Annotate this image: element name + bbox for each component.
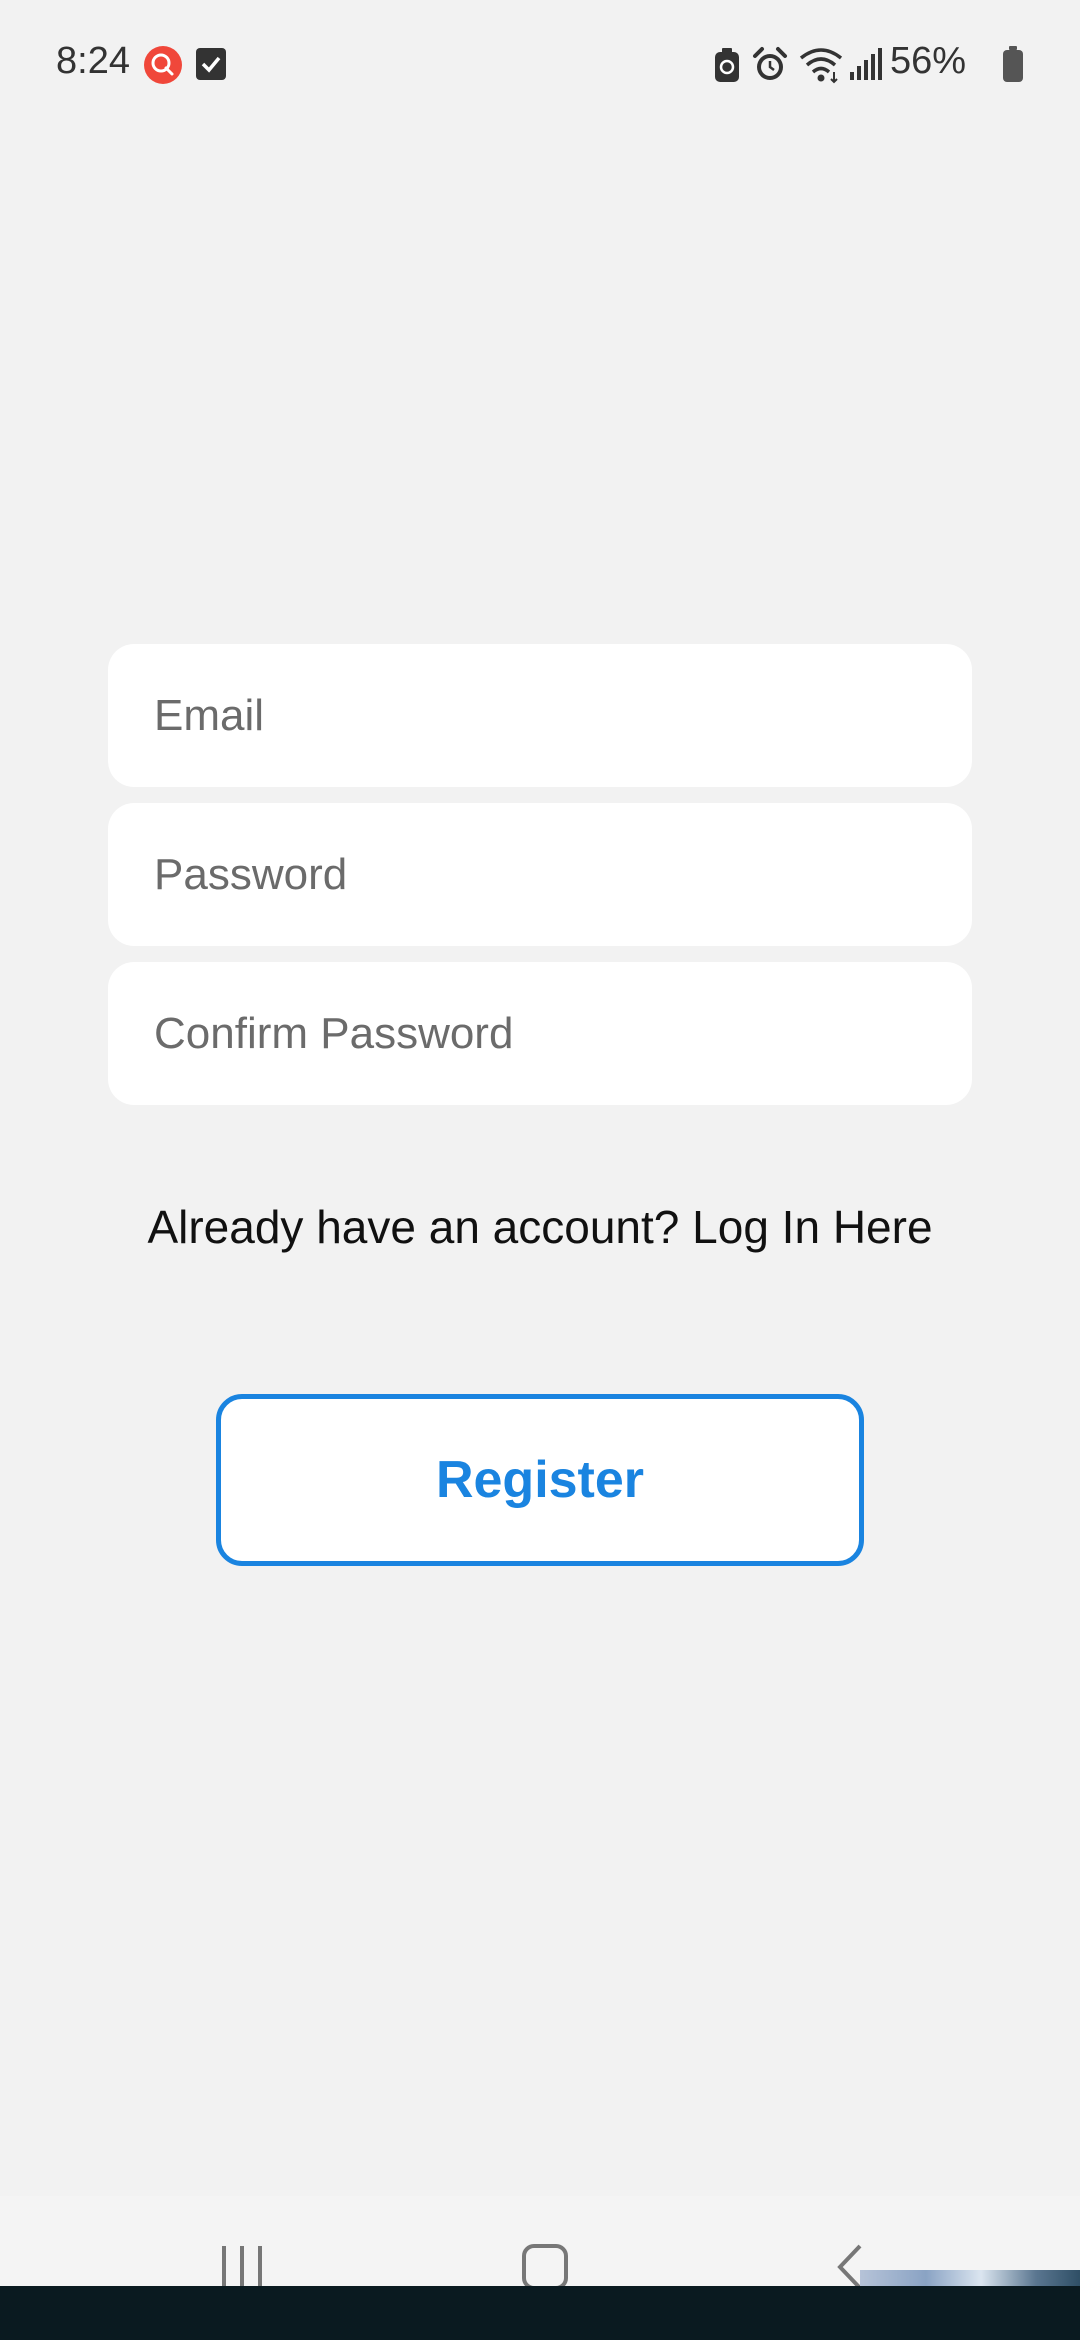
status-time: 8:24	[56, 40, 130, 82]
battery-saver-icon	[712, 48, 742, 89]
search-notification-icon	[144, 46, 182, 84]
recent-apps-icon[interactable]	[218, 2246, 268, 2290]
register-button[interactable]: Register	[216, 1394, 864, 1566]
register-screen: 8:24 56% Email Already have an account? …	[0, 0, 1080, 2340]
email-field[interactable]	[108, 644, 972, 787]
password-field[interactable]	[108, 803, 972, 946]
signal-icon	[848, 46, 882, 87]
status-bar: 8:24 56%	[0, 0, 1080, 130]
alarm-icon	[752, 46, 788, 89]
status-icons-right: 56%	[712, 40, 1032, 94]
wifi-icon	[798, 44, 844, 89]
home-icon[interactable]	[522, 2244, 568, 2290]
bottom-strip	[0, 2286, 1080, 2340]
checkbox-notification-icon	[196, 48, 226, 80]
confirm-password-field[interactable]	[108, 962, 972, 1105]
login-link[interactable]: Already have an account? Log In Here	[0, 1200, 1080, 1254]
battery-icon	[1002, 46, 1024, 89]
battery-percent: 56%	[890, 40, 967, 82]
